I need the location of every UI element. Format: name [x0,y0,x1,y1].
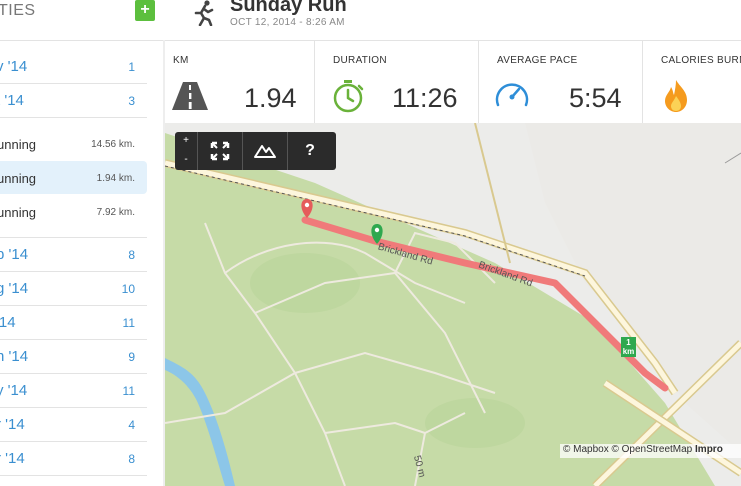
improve-map-link[interactable]: Impro [695,444,723,455]
stat-pace: AVERAGE PACE 5:54 [478,41,643,124]
month-label: r '14 [0,450,25,467]
zoom-out-button[interactable]: - [175,151,197,170]
month-count: 1 [128,60,135,74]
month-item[interactable]: v '14 1 [0,50,147,84]
stopwatch-icon [333,80,364,113]
month-item[interactable]: r '14 8 [0,442,147,476]
help-label: ? [305,142,315,159]
month-item[interactable]: y '14 11 [0,374,147,408]
stat-distance: KM 1.94 [165,41,315,124]
month-label: p '14 [0,246,29,263]
map-controls: + - ? [175,132,336,170]
map-canvas[interactable] [165,123,741,486]
month-count: 9 [128,350,135,364]
stat-duration: DURATION 11:26 [314,41,479,124]
month-count: 11 [122,316,135,330]
stat-label: KM [173,55,189,66]
add-activity-button[interactable]: + [135,0,155,21]
activity-title: Sunday Run [230,0,347,16]
stat-value: 1.94 [244,83,297,113]
runner-icon [194,0,214,26]
km-marker-number: 1 [626,338,631,347]
month-item[interactable]: r '14 4 [0,408,147,442]
road-icon [172,82,208,110]
km-marker[interactable]: 1 km [621,337,636,357]
activity-label: unning [0,205,37,220]
activity-label: unning [0,171,37,186]
terrain-icon [254,145,276,158]
sidebar-title: TIES [0,2,36,19]
month-label: n '14 [0,348,29,365]
activity-distance: 7.92 km. [96,207,135,218]
activity-label: unning [0,137,37,152]
activity-date: OCT 12, 2014 - 8:26 AM [230,17,345,28]
route-map[interactable]: Brickland Rd Brickland Rd 50 m [165,123,741,486]
month-item[interactable]: n '14 9 [0,340,147,374]
month-item[interactable]: p '14 8 [0,238,147,272]
flame-icon [665,80,687,112]
month-count: 11 [122,384,135,398]
map-attribution: © Mapbox © OpenStreetMap Impro [560,444,741,458]
activities-sidebar: TIES + v '14 1 t '14 3 unning 14.56 km. … [0,0,165,486]
gauge-icon [495,83,529,107]
activity-item[interactable]: unning 7.92 km. [0,195,147,228]
month-label: t '14 [0,92,24,109]
month-label: v '14 [0,58,28,75]
fullscreen-button[interactable] [198,132,243,170]
month-label: y '14 [0,382,28,399]
fullscreen-icon [210,141,230,161]
zoom-in-button[interactable]: + [175,132,197,151]
month-count: 8 [128,452,135,466]
stat-label: CALORIES BURNED [661,55,741,66]
activity-distance: 14.56 km. [91,139,135,150]
stat-label: AVERAGE PACE [497,55,578,66]
month-label: g '14 [0,280,29,297]
month-item[interactable]: t '14 3 [0,84,147,118]
activity-distance: 1.94 km. [96,173,135,184]
stat-value: 5:54 [569,83,622,113]
month-count: 4 [128,418,135,432]
month-label: r '14 [0,416,25,433]
help-button[interactable]: ? [288,132,332,170]
sidebar-header: TIES + [0,0,165,41]
terrain-button[interactable] [243,132,288,170]
stat-label: DURATION [333,55,387,66]
activity-item-selected[interactable]: unning 1.94 km. [0,161,147,194]
month-count: 10 [121,282,135,296]
attribution-text: © Mapbox © OpenStreetMap [563,444,696,455]
activity-item[interactable]: unning 14.56 km. [0,127,147,160]
stats-bar: KM 1.94 DURATION 11:26 AVERAGE PACE 5:54… [165,40,741,125]
month-item[interactable]: g '14 10 [0,272,147,306]
stat-calories: CALORIES BURNED [642,41,741,124]
month-count: 8 [128,248,135,262]
zoom-control: + - [175,132,198,170]
month-label: '14 [0,314,16,331]
km-marker-unit: km [622,347,635,356]
month-count: 3 [128,94,135,108]
stat-value: 11:26 [392,83,458,113]
month-item[interactable]: '14 11 [0,306,147,340]
